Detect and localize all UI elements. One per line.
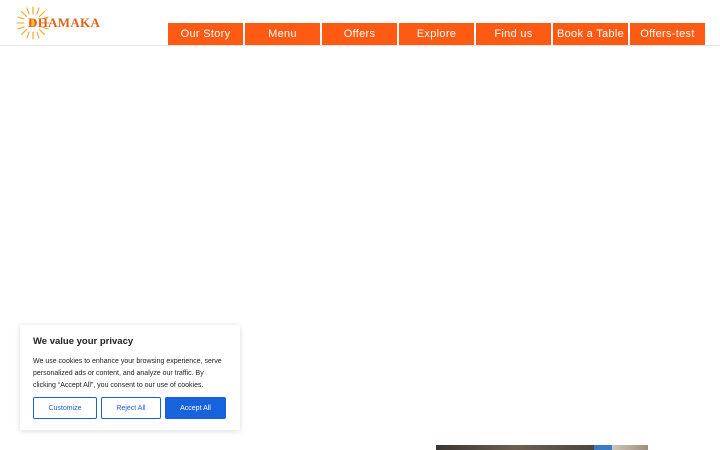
nav-item-our-story[interactable]: Our Story <box>168 23 243 45</box>
customize-button[interactable]: Customize <box>33 397 97 419</box>
nav-item-find-us[interactable]: Find us <box>476 23 551 45</box>
main-nav: Our Story Menu Offers Explore Find us Bo… <box>168 23 706 45</box>
photo-segment <box>612 445 648 450</box>
cookie-consent-banner: We value your privacy We use cookies to … <box>20 325 240 430</box>
cookie-banner-title: We value your privacy <box>33 336 134 347</box>
brand-name: DHAMAKA <box>28 15 101 30</box>
cookie-banner-text: We use cookies to enhance your browsing … <box>33 358 222 389</box>
photo-segment <box>594 445 612 450</box>
nav-item-offers-test[interactable]: Offers-test <box>630 23 705 45</box>
site-header: DHAMAKA Our Story Menu Offers Explore Fi… <box>0 0 720 46</box>
nav-item-book-a-table[interactable]: Book a Table <box>553 23 628 45</box>
accept-all-button[interactable]: Accept All <box>165 397 226 419</box>
hero-image-edge <box>436 445 648 450</box>
brand-logo[interactable]: DHAMAKA <box>16 6 100 40</box>
photo-segment <box>436 445 594 450</box>
nav-item-explore[interactable]: Explore <box>399 23 474 45</box>
nav-item-menu[interactable]: Menu <box>245 23 320 45</box>
reject-all-button[interactable]: Reject All <box>101 397 161 419</box>
cookie-banner-actions: Customize Reject All Accept All <box>33 397 226 419</box>
nav-item-offers[interactable]: Offers <box>322 23 397 45</box>
